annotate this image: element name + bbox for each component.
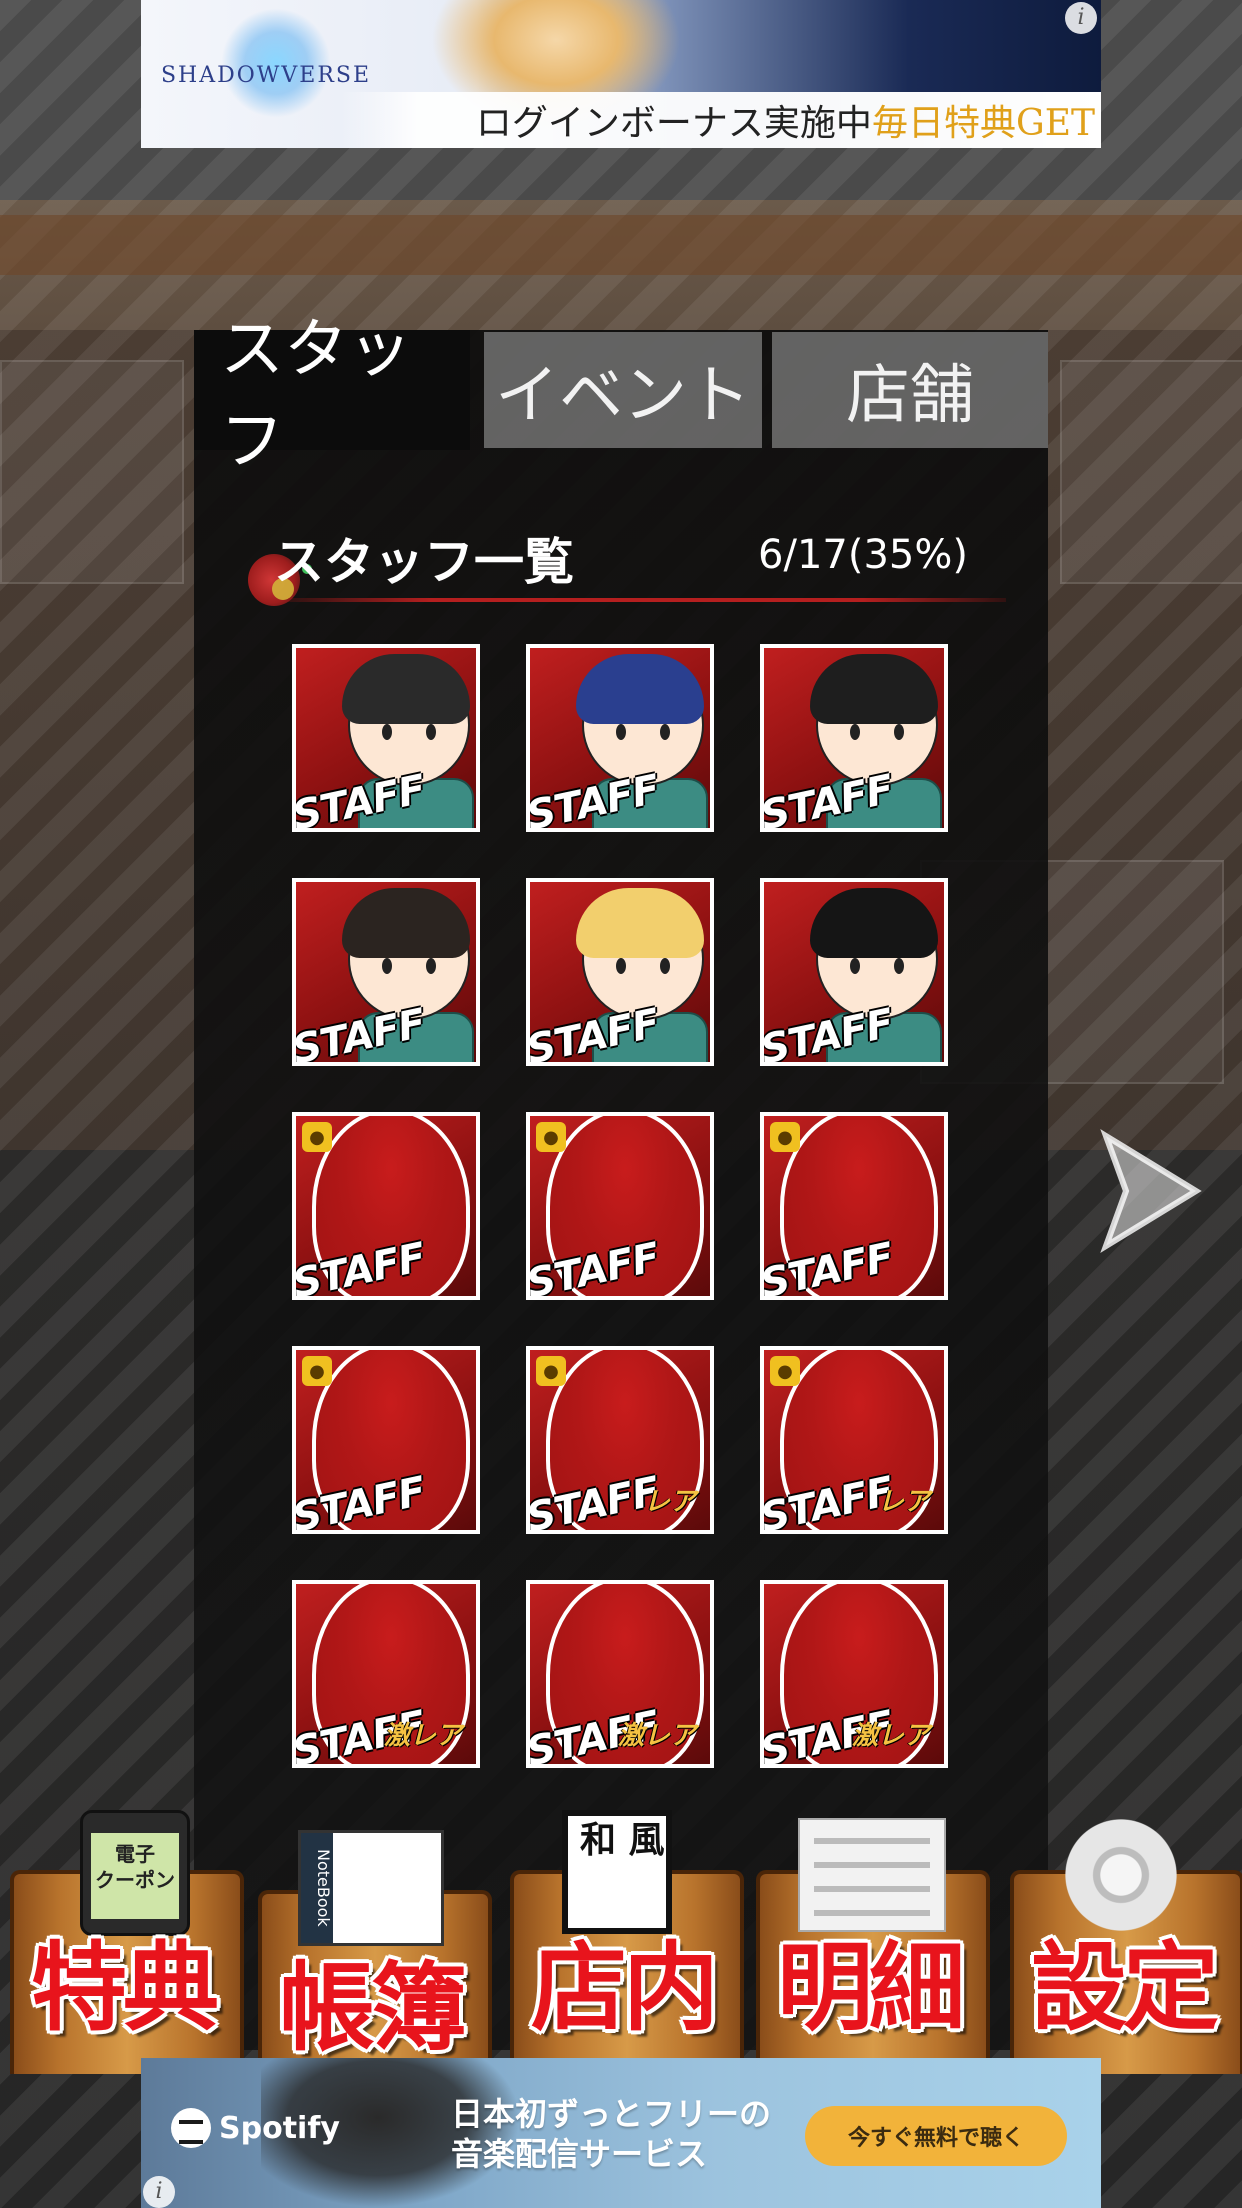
background-window-left: [0, 360, 184, 584]
tab-event[interactable]: イベント: [484, 332, 762, 448]
top-ad-banner[interactable]: SHADOWVERSE ログインボーナス実施中 毎日特典GET i: [141, 0, 1101, 148]
bottom-nav: 電子 クーポン 特典 NoteBook 帳簿 和 風 店内 明細 設定: [0, 1760, 1242, 2094]
nav-label-choubo: 帳簿: [279, 1952, 467, 2064]
nav-item-choubo[interactable]: NoteBook 帳簿: [258, 1810, 492, 2094]
staff-grid: STAFF STAFF STAFF STAFF STAFF STAFF STAFF ● STAF…: [292, 644, 952, 1768]
staff-list-title: スタッフ一覧: [274, 533, 574, 591]
ad-copy: 日本初ずっとフリーの 音楽配信サービス: [451, 2094, 771, 2174]
rarity-badge: 激レア: [851, 1721, 930, 1751]
rarity-badge: 激レア: [617, 1721, 696, 1751]
tab-staff[interactable]: スタッフ: [194, 313, 470, 479]
nav-label-settei: 設定: [1031, 1932, 1219, 2044]
tab-staff-label: スタッフ: [220, 313, 412, 479]
staff-card[interactable]: STAFF: [526, 644, 714, 832]
notebook-icon: NoteBook: [298, 1830, 444, 1946]
ad-cta-button[interactable]: 今すぐ無料で聴く: [805, 2106, 1067, 2166]
staff-list-header: スタッフ一覧 6/17(35%): [248, 510, 1008, 606]
staff-card[interactable]: STAFF ●: [760, 1112, 948, 1300]
tab-store[interactable]: 店舗: [772, 332, 1048, 448]
lock-icon: ●: [770, 1356, 800, 1386]
lock-icon: ●: [770, 1122, 800, 1152]
nav-label-meisai: 明細: [777, 1932, 965, 2044]
ad-text-main: ログインボーナス実施中: [475, 103, 872, 144]
bottom-ad-banner[interactable]: Spotify 日本初ずっとフリーの 音楽配信サービス 今すぐ無料で聴く i: [141, 2058, 1101, 2208]
nav-item-tennai[interactable]: 和 風 店内: [510, 1810, 744, 2074]
ad-text: ログインボーナス実施中 毎日特典GET: [341, 92, 1101, 148]
background-window-right: [1060, 360, 1242, 584]
lock-icon: ●: [536, 1122, 566, 1152]
next-arrow-icon[interactable]: [1096, 1126, 1206, 1256]
staff-progress: 6/17(35%): [758, 532, 968, 578]
staff-card[interactable]: STAFF: [760, 878, 948, 1066]
rarity-badge: レア: [877, 1487, 930, 1517]
notebook-spine-text: NoteBook: [301, 1833, 333, 1943]
staff-card[interactable]: STAFF ● レア: [526, 1346, 714, 1534]
spotify-logo: Spotify: [171, 2108, 340, 2148]
ad-copy-line2: 音楽配信サービス: [451, 2135, 708, 2173]
nav-item-tokuten[interactable]: 電子 クーポン 特典: [10, 1810, 244, 2074]
staff-card[interactable]: STAFF: [292, 878, 480, 1066]
nav-label-tokuten: 特典: [31, 1932, 219, 2044]
staff-card[interactable]: STAFF 激レア: [292, 1580, 480, 1768]
staff-card[interactable]: STAFF: [526, 878, 714, 1066]
staff-card[interactable]: STAFF: [292, 644, 480, 832]
staff-card[interactable]: STAFF ● レア: [760, 1346, 948, 1534]
nav-item-settei[interactable]: 設定: [1010, 1810, 1242, 2074]
staff-card[interactable]: STAFF ●: [526, 1112, 714, 1300]
spotify-wordmark: Spotify: [219, 2110, 340, 2146]
header-divider: [288, 598, 1006, 602]
lock-icon: ●: [536, 1356, 566, 1386]
ad-info-icon[interactable]: i: [143, 2176, 175, 2208]
tab-store-label: 店舗: [846, 359, 974, 433]
staff-card[interactable]: STAFF 激レア: [526, 1580, 714, 1768]
ad-copy-line1: 日本初ずっとフリーの: [451, 2095, 772, 2133]
ad-info-icon[interactable]: i: [1065, 2, 1097, 34]
nav-label-tennai: 店内: [531, 1932, 719, 2044]
coupon-screen-text: 電子 クーポン: [91, 1833, 179, 1919]
staff-card[interactable]: STAFF ●: [292, 1346, 480, 1534]
lock-icon: ●: [302, 1122, 332, 1152]
background-beam: [0, 215, 1242, 275]
rarity-badge: レア: [643, 1487, 696, 1517]
rarity-badge: 激レア: [383, 1721, 462, 1751]
spotify-icon: [171, 2108, 211, 2148]
tab-event-label: イベント: [495, 359, 751, 433]
staff-card[interactable]: STAFF 激レア: [760, 1580, 948, 1768]
staff-card[interactable]: STAFF ●: [292, 1112, 480, 1300]
lock-icon: ●: [302, 1356, 332, 1386]
ad-text-highlight: 毎日特典GET: [871, 103, 1095, 144]
staff-card[interactable]: STAFF: [760, 644, 948, 832]
nav-item-meisai[interactable]: 明細: [756, 1810, 990, 2074]
